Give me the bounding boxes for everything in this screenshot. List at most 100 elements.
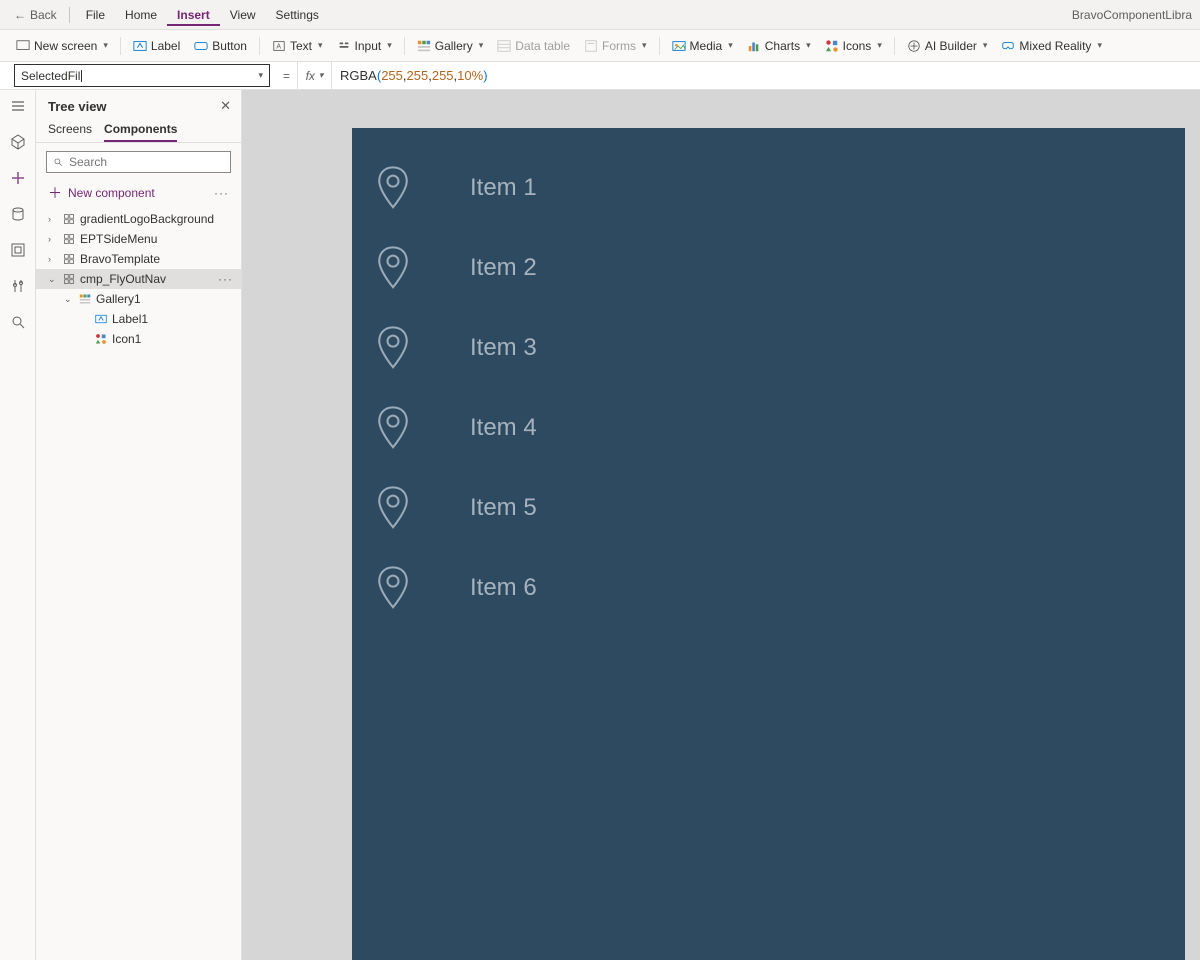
text-button[interactable]: A Text▾ (266, 36, 329, 56)
gallery-item[interactable]: Item 3 (352, 308, 1185, 388)
text-icon: A (272, 39, 286, 53)
tree-node-label: EPTSideMenu (80, 232, 157, 246)
advanced-rail-icon[interactable] (8, 276, 28, 296)
gallery-icon (78, 292, 92, 306)
plus-icon: ＋ (48, 183, 62, 203)
divider (259, 37, 260, 55)
charts-button[interactable]: Charts▾ (741, 36, 817, 56)
gallery-item[interactable]: Item 2 (352, 228, 1185, 308)
property-selector[interactable]: SelectedFil ▾ (14, 64, 270, 87)
tree-node-Gallery1[interactable]: ⌄Gallery1 (36, 289, 241, 309)
fx-button[interactable]: fx▾ (298, 62, 332, 89)
media-icon (672, 39, 686, 53)
ai-builder-button[interactable]: AI Builder ▾ (901, 36, 994, 56)
tab-components[interactable]: Components (104, 122, 177, 142)
gallery-item-label: Item 5 (470, 494, 537, 522)
chevron-down-icon: ▾ (318, 40, 323, 51)
tree-view-title: Tree view (48, 99, 107, 114)
divider (894, 37, 895, 55)
expand-icon[interactable]: › (48, 234, 58, 244)
divider (69, 7, 70, 23)
app-title: BravoComponentLibra (1072, 8, 1192, 22)
gallery-button[interactable]: Gallery▾ (411, 36, 490, 56)
hamburger-icon[interactable] (8, 96, 28, 116)
component-tree: ›gradientLogoBackground›EPTSideMenu›Brav… (36, 207, 241, 960)
label-button[interactable]: Label (127, 36, 186, 56)
insert-rail-icon[interactable] (8, 168, 28, 188)
label-icon (133, 39, 147, 53)
chevron-down-icon: ▾ (387, 40, 392, 51)
map-pin-icon (376, 326, 410, 370)
canvas-area[interactable]: Item 1Item 2Item 3Item 4 Item 5 Item 6 (242, 90, 1200, 960)
component-canvas[interactable]: Item 1Item 2Item 3Item 4 Item 5 Item 6 (352, 128, 1185, 960)
component-icon (62, 252, 76, 266)
expand-icon[interactable]: › (48, 214, 58, 224)
tree-tabs: Screens Components (36, 118, 241, 143)
tree-node-cmp_FlyOutNav[interactable]: ⌄cmp_FlyOutNav··· (36, 269, 241, 289)
tree-node-Icon1[interactable]: Icon1 (36, 329, 241, 349)
tree-search[interactable] (46, 151, 231, 173)
tree-search-input[interactable] (69, 155, 224, 169)
new-component-button[interactable]: ＋ New component ··· (36, 179, 241, 207)
search-rail-icon[interactable] (8, 312, 28, 332)
formula-fn: RGBA (340, 68, 377, 83)
input-label: Input (355, 39, 382, 53)
map-pin-icon (376, 406, 410, 450)
gallery-item[interactable]: Item 6 (352, 548, 1185, 628)
chevron-down-icon: ▾ (806, 40, 811, 51)
icons-button[interactable]: Icons▾ (819, 36, 888, 56)
button-button[interactable]: Button (188, 36, 253, 56)
menu-file[interactable]: File (76, 4, 115, 26)
chevron-down-icon: ▾ (1097, 40, 1102, 51)
media-button[interactable]: Media▾ (666, 36, 739, 56)
gallery-item[interactable]: Item 1 (352, 148, 1185, 228)
data-rail-icon[interactable] (8, 204, 28, 224)
expand-icon[interactable]: › (48, 254, 58, 264)
tree-view-icon[interactable] (8, 132, 28, 152)
menu-view[interactable]: View (220, 4, 266, 26)
data-table-button[interactable]: Data table (491, 36, 576, 56)
new-screen-button[interactable]: New screen▾ (10, 36, 114, 56)
divider (659, 37, 660, 55)
tree-node-Label1[interactable]: Label1 (36, 309, 241, 329)
menu-home[interactable]: Home (115, 4, 167, 26)
gallery-item[interactable]: Item 5 (352, 468, 1185, 548)
map-pin-icon (376, 166, 410, 210)
label-text: Label (151, 39, 180, 53)
tree-node-gradientLogoBackground[interactable]: ›gradientLogoBackground (36, 209, 241, 229)
gallery-item[interactable]: Item 4 (352, 388, 1185, 468)
component-icon (62, 212, 76, 226)
close-icon[interactable]: ✕ (220, 98, 231, 114)
gallery-label: Gallery (435, 39, 473, 53)
media-rail-icon[interactable] (8, 240, 28, 260)
svg-text:A: A (276, 43, 281, 50)
menu-insert[interactable]: Insert (167, 4, 220, 26)
tree-node-label: Icon1 (112, 332, 141, 346)
chevron-down-icon: ▾ (983, 40, 988, 51)
mixed-reality-button[interactable]: Mixed Reality▾ (995, 36, 1108, 56)
label-icon (94, 312, 108, 326)
component-icon (62, 232, 76, 246)
data-table-label: Data table (515, 39, 570, 53)
expand-icon[interactable]: ⌄ (48, 274, 58, 285)
tree-node-BravoTemplate[interactable]: › BravoTemplate (36, 249, 241, 269)
more-icon[interactable]: ··· (218, 272, 233, 286)
forms-button[interactable]: Forms▾ (578, 36, 653, 56)
input-button[interactable]: Input ▾ (331, 36, 398, 56)
data-table-icon (497, 39, 511, 53)
left-rail (0, 90, 36, 960)
tab-screens[interactable]: Screens (48, 122, 92, 142)
more-icon[interactable]: ··· (214, 186, 229, 200)
top-menubar: ← Back FileHomeInsertViewSettings BravoC… (0, 0, 1200, 30)
back-button[interactable]: ← Back (8, 6, 63, 24)
menu-settings[interactable]: Settings (266, 4, 329, 26)
icon-icon (94, 332, 108, 346)
ai-builder-label: AI Builder (925, 39, 977, 53)
tree-node-EPTSideMenu[interactable]: › EPTSideMenu (36, 229, 241, 249)
formula-input[interactable]: RGBA(255, 255, 255, 10%) (332, 62, 1200, 89)
arrow-left-icon: ← (14, 8, 26, 22)
expand-icon[interactable]: ⌄ (64, 294, 74, 305)
component-icon (62, 272, 76, 286)
new-screen-label: New screen (34, 39, 97, 53)
tree-node-label: BravoTemplate (80, 252, 160, 266)
